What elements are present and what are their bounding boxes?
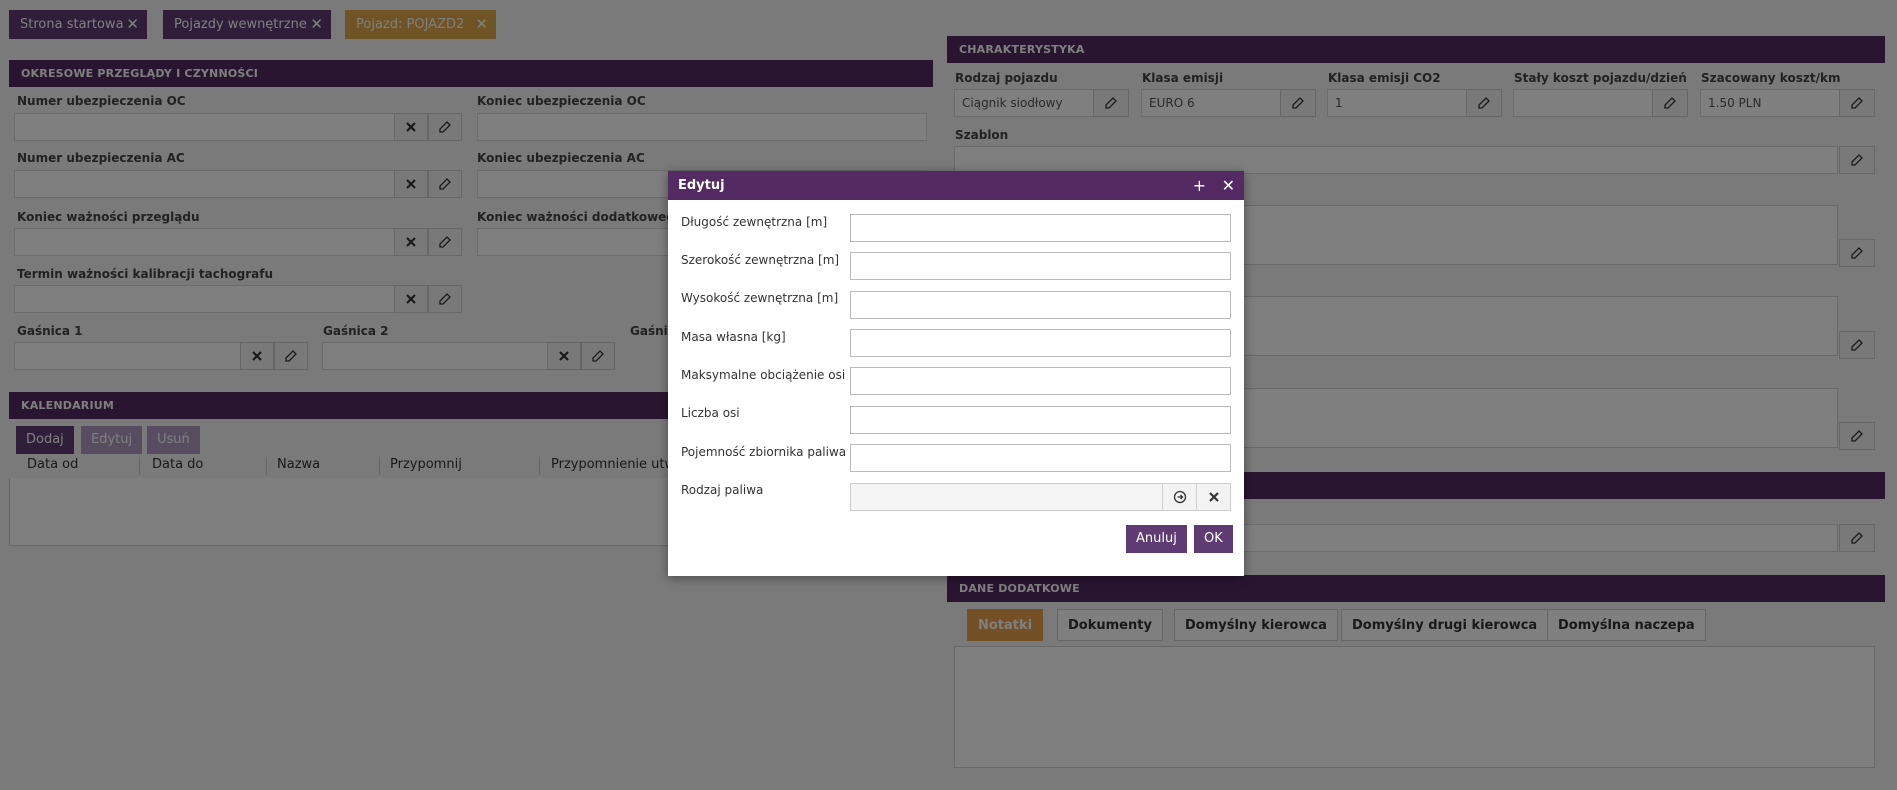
cancel-button[interactable]: Anuluj [1126, 525, 1187, 553]
fuel-type-label: Rodzaj paliwa [681, 483, 764, 497]
length-input[interactable] [850, 214, 1231, 242]
width-input[interactable] [850, 252, 1231, 280]
arrow-circle-icon [1173, 490, 1186, 504]
fuel-tank-label: Pojemność zbiornika paliwa [l] [681, 445, 863, 459]
axle-count-input[interactable] [850, 406, 1231, 434]
ok-button[interactable]: OK [1194, 525, 1233, 553]
x-icon [1208, 492, 1219, 502]
dialog-title: Edytuj [678, 178, 725, 193]
edit-dialog: Edytuj + ✕ Długość zewnętrzna [m] Szerok… [668, 171, 1244, 576]
height-input[interactable] [850, 291, 1231, 319]
axle-load-label: Maksymalne obciążenie osi [t] [681, 368, 864, 382]
weight-label: Masa własna [kg] [681, 330, 786, 344]
weight-input[interactable] [850, 329, 1231, 357]
height-label: Wysokość zewnętrzna [m] [681, 291, 839, 305]
fuel-type-input[interactable] [850, 483, 1163, 511]
select-button[interactable] [1162, 483, 1197, 511]
clear-button[interactable] [1196, 483, 1231, 511]
close-icon[interactable]: ✕ [1222, 171, 1235, 200]
axle-load-input[interactable] [850, 367, 1231, 395]
fuel-tank-input[interactable] [850, 444, 1231, 472]
dialog-header: Edytuj + ✕ [668, 171, 1244, 200]
axle-count-label: Liczba osi [681, 406, 740, 420]
width-label: Szerokość zewnętrzna [m] [681, 253, 840, 267]
plus-icon[interactable]: + [1193, 171, 1206, 200]
length-label: Długość zewnętrzna [m] [681, 215, 828, 229]
